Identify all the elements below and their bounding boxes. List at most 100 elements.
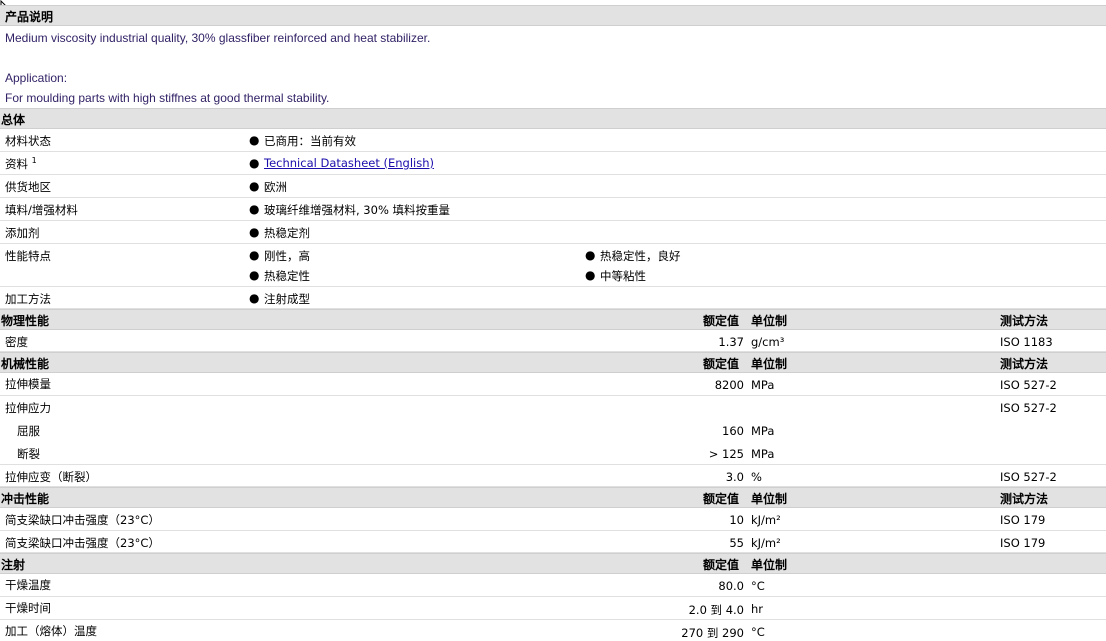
row-label: 简支梁缺口冲击强度（23°C） (5, 536, 160, 550)
row-value: 160 (722, 424, 744, 438)
section-title-description: 产品说明 (5, 10, 54, 24)
row-label: 干燥温度 (5, 578, 51, 592)
table-row: 屈服 160 MPa (0, 419, 1106, 442)
general-row-datasheet: 资料 1 ● Technical Datasheet (English) (0, 152, 1106, 175)
section-mechanical: 机械性能 额定值 单位制 测试方法 (0, 352, 1106, 373)
row-unit: °C (751, 579, 765, 593)
table-row: 密度 1.37 g/cm³ ISO 1183 (0, 330, 1106, 352)
bullet-icon: ● (249, 225, 260, 239)
row-value: 1.37 (718, 335, 744, 349)
section-description: 产品说明 (0, 5, 1106, 26)
row-label: 断裂 (17, 447, 40, 461)
bullet-text: 中等粘性 (600, 269, 646, 283)
table-row: 干燥时间 2.0 到 4.0 hr (0, 597, 1106, 620)
row-value: 8200 (714, 378, 744, 392)
table-row: 拉伸模量 8200 MPa ISO 527-2 (0, 373, 1106, 396)
row-label: 加工（熔体）温度 (5, 624, 97, 638)
row-unit: % (751, 470, 762, 484)
table-row: 加工（熔体）温度 270 到 290 °C (0, 620, 1106, 640)
row-label: 拉伸应力 (5, 401, 51, 415)
general-row-filler: 填料/增强材料 ● 玻璃纤维增强材料, 30% 填料按重量 (0, 198, 1106, 221)
general-row-additive: 添加剂 ● 热稳定剂 (0, 221, 1106, 244)
section-title-impact: 冲击性能 (1, 492, 50, 506)
row-test-method: ISO 179 (1000, 536, 1046, 550)
general-row-features: 性能特点 ● 刚性，高 ● 热稳定性，良好 ● 热稳定性 ● 中等粘性 (0, 244, 1106, 287)
description-line-1: Medium viscosity industrial quality, 30%… (5, 31, 431, 45)
row-label: 屈服 (17, 424, 40, 438)
row-label: 简支梁缺口冲击强度（23°C） (5, 513, 160, 527)
row-value: 55 (729, 536, 744, 550)
row-label: 供货地区 (5, 180, 51, 194)
header-unit: 单位制 (751, 357, 788, 371)
technical-datasheet-link[interactable]: Technical Datasheet (English) (264, 156, 434, 170)
row-label: 加工方法 (5, 292, 51, 306)
general-row-region: 供货地区 ● 欧洲 (0, 175, 1106, 198)
row-unit: MPa (751, 447, 775, 461)
row-unit: MPa (751, 378, 775, 392)
general-row-status: 材料状态 ● 已商用：当前有效 (0, 129, 1106, 152)
section-title-physical: 物理性能 (1, 314, 50, 328)
bullet-icon: ● (249, 202, 260, 216)
header-unit: 单位制 (751, 314, 788, 328)
row-unit: hr (751, 602, 764, 616)
header-nominal: 额定值 (703, 492, 740, 506)
bullet-icon: ● (585, 248, 596, 262)
bullet-icon: ● (249, 179, 260, 193)
row-test-method: ISO 1183 (1000, 335, 1053, 349)
section-injection: 注射 额定值 单位制 (0, 553, 1106, 574)
table-row: 干燥温度 80.0 °C (0, 574, 1106, 597)
header-nominal: 额定值 (703, 357, 740, 371)
row-unit: MPa (751, 424, 775, 438)
row-test-method: ISO 527-2 (1000, 378, 1057, 392)
row-label: 填料/增强材料 (5, 203, 78, 217)
bullet-icon: ● (249, 248, 260, 262)
row-label-text: 资料 (5, 157, 28, 171)
row-label: 密度 (5, 335, 28, 349)
row-unit: g/cm³ (751, 335, 785, 349)
bullet-icon: ● (585, 268, 596, 282)
bullet-icon: ● (249, 291, 260, 305)
row-test-method: ISO 527-2 (1000, 470, 1057, 484)
header-unit: 单位制 (751, 558, 788, 572)
header-unit: 单位制 (751, 492, 788, 506)
table-row: 简支梁缺口冲击强度（23°C） 10 kJ/m² ISO 179 (0, 508, 1106, 531)
row-unit: kJ/m² (751, 513, 781, 527)
row-value: 2.0 到 4.0 (688, 603, 744, 617)
bullet-icon: ● (249, 133, 260, 147)
header-nominal: 额定值 (703, 558, 740, 572)
row-unit: kJ/m² (751, 536, 781, 550)
table-row: 拉伸应力 ISO 527-2 (0, 396, 1106, 419)
table-row: 拉伸应变（断裂） 3.0 % ISO 527-2 (0, 465, 1106, 487)
row-label: 干燥时间 (5, 601, 51, 615)
table-row: 简支梁缺口冲击强度（23°C） 55 kJ/m² ISO 179 (0, 531, 1106, 553)
bullet-icon: ● (249, 156, 260, 170)
row-label: 材料状态 (5, 134, 51, 148)
bullet-text: 玻璃纤维增强材料, 30% 填料按重量 (264, 203, 451, 217)
row-value: 80.0 (718, 579, 744, 593)
row-label: 拉伸应变（断裂） (5, 470, 97, 484)
description-line-3: For moulding parts with high stiffnes at… (5, 91, 330, 105)
section-title-injection: 注射 (1, 558, 26, 572)
description-line-2: Application: (5, 71, 68, 85)
bullet-text: 刚性，高 (264, 249, 310, 263)
row-label: 性能特点 (5, 249, 51, 263)
row-label: 添加剂 (5, 226, 40, 240)
header-test: 测试方法 (1000, 492, 1049, 506)
section-physical: 物理性能 额定值 单位制 测试方法 (0, 309, 1106, 330)
row-value: > 125 (708, 447, 744, 461)
bullet-text: 热稳定剂 (264, 226, 310, 240)
section-general: 总体 (0, 108, 1106, 129)
bullet-icon: ● (249, 268, 260, 282)
row-unit: °C (751, 625, 765, 639)
table-row: 断裂 > 125 MPa (0, 442, 1106, 465)
header-test: 测试方法 (1000, 357, 1049, 371)
header-nominal: 额定值 (703, 314, 740, 328)
general-row-processing: 加工方法 ● 注射成型 (0, 287, 1106, 309)
row-test-method: ISO 527-2 (1000, 401, 1057, 415)
section-impact: 冲击性能 额定值 单位制 测试方法 (0, 487, 1106, 508)
row-value: 10 (729, 513, 744, 527)
row-label: 拉伸模量 (5, 377, 51, 391)
bullet-text: 注射成型 (264, 292, 310, 306)
row-label: 资料 1 (5, 156, 37, 172)
section-title-general: 总体 (1, 113, 26, 127)
